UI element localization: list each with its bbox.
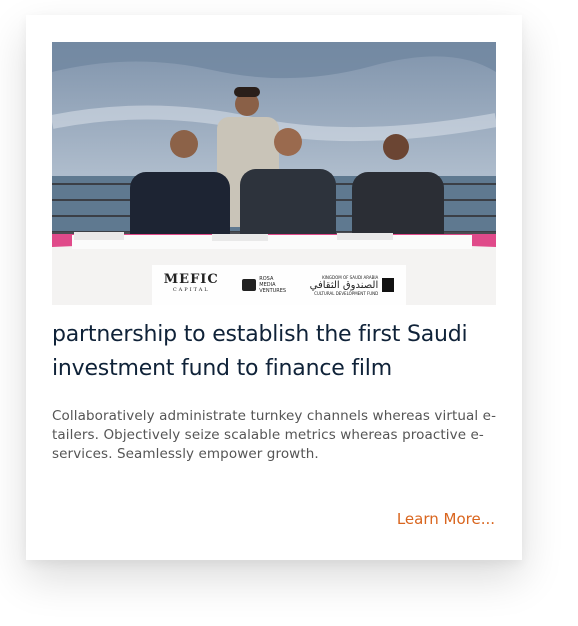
cdf-logo-icon — [382, 278, 395, 292]
card-title[interactable]: partnership to establish the first Saudi… — [52, 318, 502, 386]
cultural-development-fund-logo: KINGDOM OF SAUDI ARABIA الصندوق الثقافي … — [310, 275, 395, 296]
mefic-logo: MEFIC CAPITAL — [163, 272, 219, 293]
rsv-logo-icon — [242, 279, 257, 291]
news-card: MEFIC CAPITAL ROSA MEDIA VENTURES KINGDO… — [26, 15, 522, 560]
learn-more-link[interactable]: Learn More... — [397, 510, 495, 528]
card-description: Collaboratively administrate turnkey cha… — [52, 408, 497, 462]
card-image[interactable]: MEFIC CAPITAL ROSA MEDIA VENTURES KINGDO… — [52, 42, 496, 305]
rosa-media-ventures-logo: ROSA MEDIA VENTURES — [242, 276, 286, 294]
sponsor-logos: MEFIC CAPITAL ROSA MEDIA VENTURES KINGDO… — [152, 265, 406, 305]
